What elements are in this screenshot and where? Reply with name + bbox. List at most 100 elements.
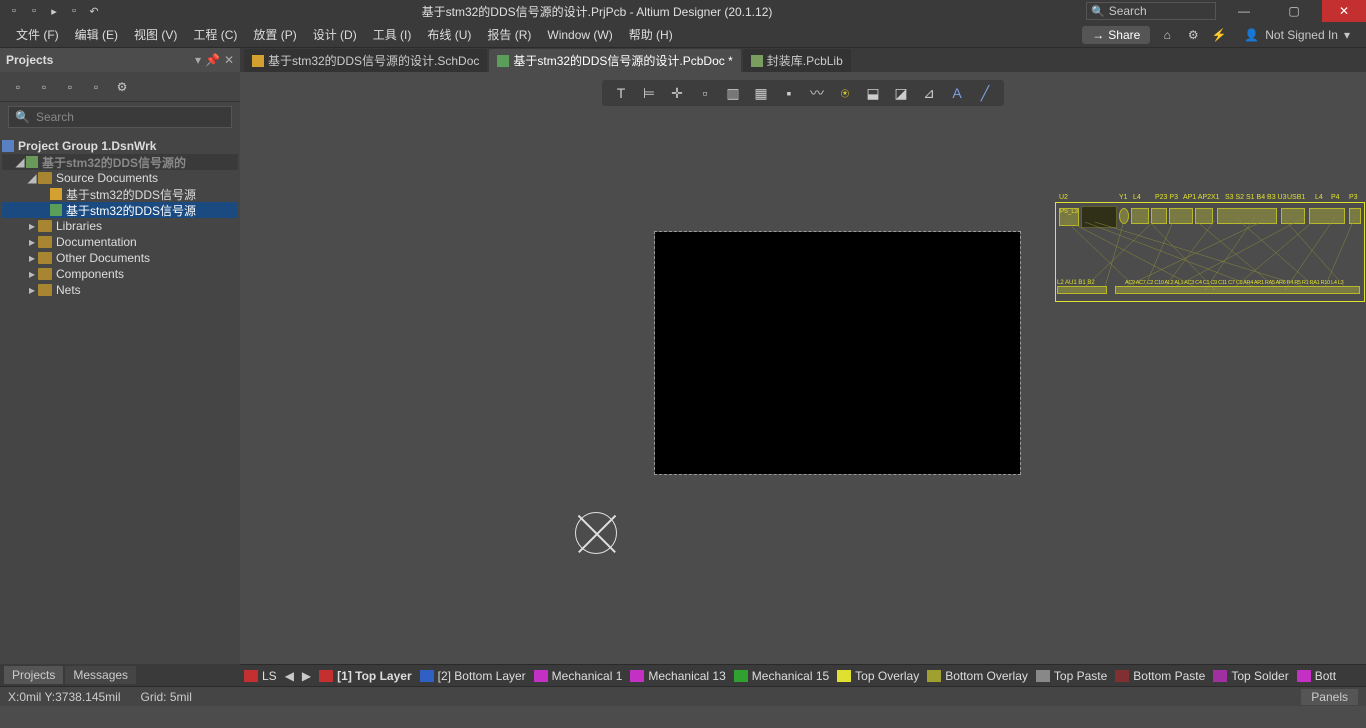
route-icon[interactable]: 〰 bbox=[808, 84, 826, 102]
layer-mech13[interactable]: Mechanical 13 bbox=[630, 669, 725, 683]
tree-components[interactable]: ▸Components bbox=[2, 266, 238, 282]
component-icon[interactable]: ▪ bbox=[780, 84, 798, 102]
share-icon: → bbox=[1092, 28, 1104, 42]
menu-place[interactable]: 放置 (P) bbox=[245, 24, 304, 45]
chevron-down-icon: ▾ bbox=[1344, 28, 1350, 42]
designator: P4 bbox=[1331, 194, 1340, 201]
layer-mech1[interactable]: Mechanical 1 bbox=[534, 669, 623, 683]
tree-project[interactable]: ◢基于stm32的DDS信号源的 bbox=[2, 154, 238, 170]
tab-projects[interactable]: Projects bbox=[4, 666, 63, 684]
tab-messages[interactable]: Messages bbox=[65, 666, 136, 684]
tab-pcbdoc[interactable]: 基于stm32的DDS信号源的设计.PcbDoc * bbox=[489, 49, 740, 72]
folder-icon[interactable]: ▫ bbox=[66, 3, 82, 19]
close-button[interactable]: ✕ bbox=[1322, 0, 1366, 22]
menu-tools[interactable]: 工具 (I) bbox=[365, 24, 420, 45]
layer-bot-paste[interactable]: Bottom Paste bbox=[1115, 669, 1205, 683]
select-rect-icon[interactable]: ▫ bbox=[696, 84, 714, 102]
text-icon[interactable]: A bbox=[948, 84, 966, 102]
titlebar: ▫ ▫ ▸ ▫ ↶ 基于stm32的DDS信号源的设计.PrjPcb - Alt… bbox=[0, 0, 1366, 22]
tree-doc-sch[interactable]: 基于stm32的DDS信号源 bbox=[2, 186, 238, 202]
panel-dropdown-icon[interactable]: ▾ bbox=[195, 53, 201, 67]
minimize-button[interactable]: — bbox=[1222, 0, 1266, 22]
designator: X1 bbox=[1211, 194, 1220, 201]
tree-source-docs[interactable]: ◢Source Documents bbox=[2, 170, 238, 186]
menu-project[interactable]: 工程 (C) bbox=[185, 24, 245, 45]
panel-pin-icon[interactable]: 📌 bbox=[205, 53, 220, 67]
tree-nets[interactable]: ▸Nets bbox=[2, 282, 238, 298]
move-icon[interactable]: ✛ bbox=[668, 84, 686, 102]
panel-title: Projects bbox=[6, 53, 53, 67]
open-icon[interactable]: ▸ bbox=[46, 3, 62, 19]
select-tool-icon[interactable]: T bbox=[612, 84, 630, 102]
tab-schdoc[interactable]: 基于stm32的DDS信号源的设计.SchDoc bbox=[244, 49, 487, 72]
user-icon: 👤 bbox=[1244, 28, 1259, 42]
layer-top-paste[interactable]: Top Paste bbox=[1036, 669, 1107, 683]
menu-view[interactable]: 视图 (V) bbox=[126, 24, 185, 45]
maximize-button[interactable]: ▢ bbox=[1272, 0, 1316, 22]
panels-button[interactable]: Panels bbox=[1301, 689, 1358, 705]
grid-icon[interactable]: ▦ bbox=[752, 84, 770, 102]
layer-top[interactable]: [1] Top Layer bbox=[319, 669, 411, 683]
extensions-icon[interactable]: ⚡ bbox=[1210, 26, 1228, 44]
home-icon[interactable]: ⌂ bbox=[1158, 26, 1176, 44]
designator: S3 S2 S1 B4 B3 U3 bbox=[1225, 194, 1286, 201]
global-search[interactable]: 🔍 Search bbox=[1086, 2, 1216, 20]
tree-other-docs[interactable]: ▸Other Documents bbox=[2, 250, 238, 266]
document-tabs: 基于stm32的DDS信号源的设计.SchDoc 基于stm32的DDS信号源的… bbox=[240, 48, 1366, 72]
menu-window[interactable]: Window (W) bbox=[539, 26, 620, 44]
layer-bottom[interactable]: [2] Bottom Layer bbox=[420, 669, 526, 683]
line-icon[interactable]: ╱ bbox=[976, 84, 994, 102]
designator: U2 bbox=[1059, 194, 1068, 201]
designator: Y1 bbox=[1119, 194, 1128, 201]
tree-libraries[interactable]: ▸Libraries bbox=[2, 218, 238, 234]
new-icon[interactable]: ▫ bbox=[6, 3, 22, 19]
layer-nav-left[interactable]: ◀ bbox=[285, 669, 294, 683]
layer-bot-overlay[interactable]: Bottom Overlay bbox=[927, 669, 1028, 683]
snap-icon[interactable]: ⊨ bbox=[640, 84, 658, 102]
signin-button[interactable]: 👤 Not Signed In ▾ bbox=[1236, 26, 1358, 44]
search-placeholder: Search bbox=[1109, 4, 1147, 18]
menu-file[interactable]: 文件 (F) bbox=[8, 24, 67, 45]
project-search[interactable]: 🔍 Search bbox=[8, 106, 232, 128]
layer-ls[interactable]: LS bbox=[244, 669, 277, 683]
layer-bot-solder[interactable]: Bott bbox=[1297, 669, 1336, 683]
panel-tabs: Projects Messages bbox=[0, 664, 240, 686]
save-all-icon[interactable]: ▫ bbox=[10, 79, 26, 95]
layer-bar: LS ◀ ▶ [1] Top Layer [2] Bottom Layer Me… bbox=[240, 664, 1366, 686]
menu-design[interactable]: 设计 (D) bbox=[305, 24, 365, 45]
compile-icon[interactable]: ▫ bbox=[36, 79, 52, 95]
layer-top-overlay[interactable]: Top Overlay bbox=[837, 669, 919, 683]
via-icon[interactable]: ⍟ bbox=[836, 84, 854, 102]
dimension-icon[interactable]: ⊿ bbox=[920, 84, 938, 102]
menu-route[interactable]: 布线 (U) bbox=[419, 24, 479, 45]
tree-root[interactable]: Project Group 1.DsnWrk bbox=[2, 138, 238, 154]
undo-icon[interactable]: ↶ bbox=[86, 3, 102, 19]
save-icon[interactable]: ▫ bbox=[26, 3, 42, 19]
align-icon[interactable]: ▥ bbox=[724, 84, 742, 102]
gear-icon[interactable]: ⚙ bbox=[114, 79, 130, 95]
pad-icon[interactable]: ⬓ bbox=[864, 84, 882, 102]
settings-icon[interactable]: ⚙ bbox=[1184, 26, 1202, 44]
designator: P3 bbox=[1349, 194, 1358, 201]
designator: P23 P3 bbox=[1155, 194, 1178, 201]
menu-report[interactable]: 报告 (R) bbox=[479, 24, 539, 45]
tree-documentation[interactable]: ▸Documentation bbox=[2, 234, 238, 250]
pcb-canvas[interactable]: T ⊨ ✛ ▫ ▥ ▦ ▪ 〰 ⍟ ⬓ ◪ ⊿ A ╱ U2 Y1 L4 bbox=[240, 72, 1366, 664]
layer-nav-right[interactable]: ▶ bbox=[302, 669, 311, 683]
menu-edit[interactable]: 编辑 (E) bbox=[67, 24, 126, 45]
unplaced-components[interactable]: U2 Y1 L4 P23 P3 AP1 AP2 X1 S3 S2 S1 B4 B… bbox=[1055, 202, 1365, 302]
share-button[interactable]: → Share bbox=[1082, 26, 1150, 44]
polygon-icon[interactable]: ◪ bbox=[892, 84, 910, 102]
menu-help[interactable]: 帮助 (H) bbox=[621, 24, 681, 45]
designator: L4 bbox=[1315, 194, 1323, 201]
layer-mech15[interactable]: Mechanical 15 bbox=[734, 669, 829, 683]
panel-close-icon[interactable]: ✕ bbox=[224, 53, 234, 67]
search-icon: 🔍 bbox=[15, 110, 30, 124]
folder1-icon[interactable]: ▫ bbox=[62, 79, 78, 95]
tree-doc-pcb[interactable]: 基于stm32的DDS信号源 bbox=[2, 202, 238, 218]
pcb-board-outline[interactable] bbox=[655, 232, 1020, 474]
layer-top-solder[interactable]: Top Solder bbox=[1213, 669, 1288, 683]
folder2-icon[interactable]: ▫ bbox=[88, 79, 104, 95]
grid: Grid: 5mil bbox=[141, 690, 192, 704]
tab-pcblib[interactable]: 封装库.PcbLib bbox=[743, 49, 851, 72]
